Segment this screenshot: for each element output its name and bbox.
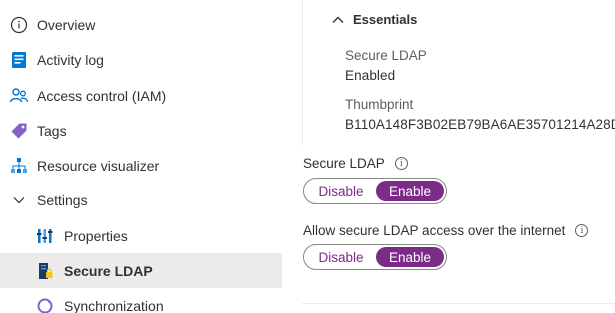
sidebar-group-settings[interactable]: Settings — [0, 182, 282, 217]
sidebar-item-label: Overview — [37, 16, 96, 33]
hierarchy-icon — [9, 156, 29, 176]
sidebar-item-access-control[interactable]: Access control (IAM) — [0, 78, 282, 113]
secure-ldap-label-text: Secure LDAP — [303, 156, 385, 171]
sidebar-item-resource-visualizer[interactable]: Resource visualizer — [0, 148, 282, 183]
thumbprint-label: Thumbprint — [345, 97, 414, 112]
main-content: Essentials Secure LDAP Enabled Thumbprin… — [282, 0, 615, 313]
sidebar-item-label: Resource visualizer — [37, 157, 160, 174]
sidebar-item-synchronization[interactable]: Synchronization — [0, 288, 282, 313]
internet-access-enable-option[interactable]: Enable — [376, 247, 444, 267]
sidebar-nav: Overview Activity log Access control (IA… — [0, 0, 282, 313]
sidebar-item-label: Access control (IAM) — [37, 87, 167, 104]
tag-icon — [9, 121, 29, 141]
sync-icon — [35, 296, 55, 313]
sidebar-item-activity-log[interactable]: Activity log — [0, 42, 282, 77]
secure-ldap-enable-option[interactable]: Enable — [376, 181, 444, 201]
secure-ldap-toggle[interactable]: Disable Enable — [303, 178, 447, 204]
essentials-title: Essentials — [353, 12, 418, 27]
internet-access-disable-option[interactable]: Disable — [306, 247, 376, 267]
chevron-down-icon — [9, 190, 29, 210]
info-icon[interactable]: i — [394, 157, 408, 170]
divider — [302, 303, 615, 304]
sidebar-item-overview[interactable]: Overview — [0, 7, 282, 42]
chevron-up-icon — [331, 13, 345, 27]
secure-ldap-disable-option[interactable]: Disable — [306, 181, 376, 201]
secure-ldap-icon — [35, 261, 55, 281]
secure-ldap-status-label: Secure LDAP — [345, 48, 427, 63]
essentials-panel: Essentials Secure LDAP Enabled Thumbprin… — [302, 0, 615, 145]
internet-access-field-label: Allow secure LDAP access over the intern… — [303, 223, 589, 238]
sidebar-item-label: Synchronization — [64, 297, 164, 313]
sidebar-item-label: Properties — [64, 227, 128, 244]
sidebar-item-label: Secure LDAP — [64, 262, 153, 279]
sidebar-item-label: Tags — [37, 122, 67, 139]
secure-ldap-field-label: Secure LDAP i — [303, 156, 408, 171]
internet-access-label-text: Allow secure LDAP access over the intern… — [303, 223, 566, 238]
activity-log-icon — [9, 50, 29, 70]
sidebar-item-tags[interactable]: Tags — [0, 113, 282, 148]
essentials-toggle[interactable]: Essentials — [331, 12, 417, 27]
thumbprint-value: B110A148F3B02EB79BA6AE35701214A28DF — [345, 117, 615, 132]
sidebar-item-label: Activity log — [37, 51, 104, 68]
info-circle-icon — [9, 15, 29, 35]
sidebar-item-secure-ldap[interactable]: Secure LDAP — [0, 253, 282, 288]
secure-ldap-status-value: Enabled — [345, 68, 396, 83]
sidebar-item-properties[interactable]: Properties — [0, 218, 282, 253]
people-icon — [9, 86, 29, 106]
internet-access-toggle[interactable]: Disable Enable — [303, 244, 447, 270]
sidebar-item-label: Settings — [37, 191, 88, 208]
info-icon[interactable]: i — [575, 224, 589, 237]
properties-icon — [35, 226, 55, 246]
